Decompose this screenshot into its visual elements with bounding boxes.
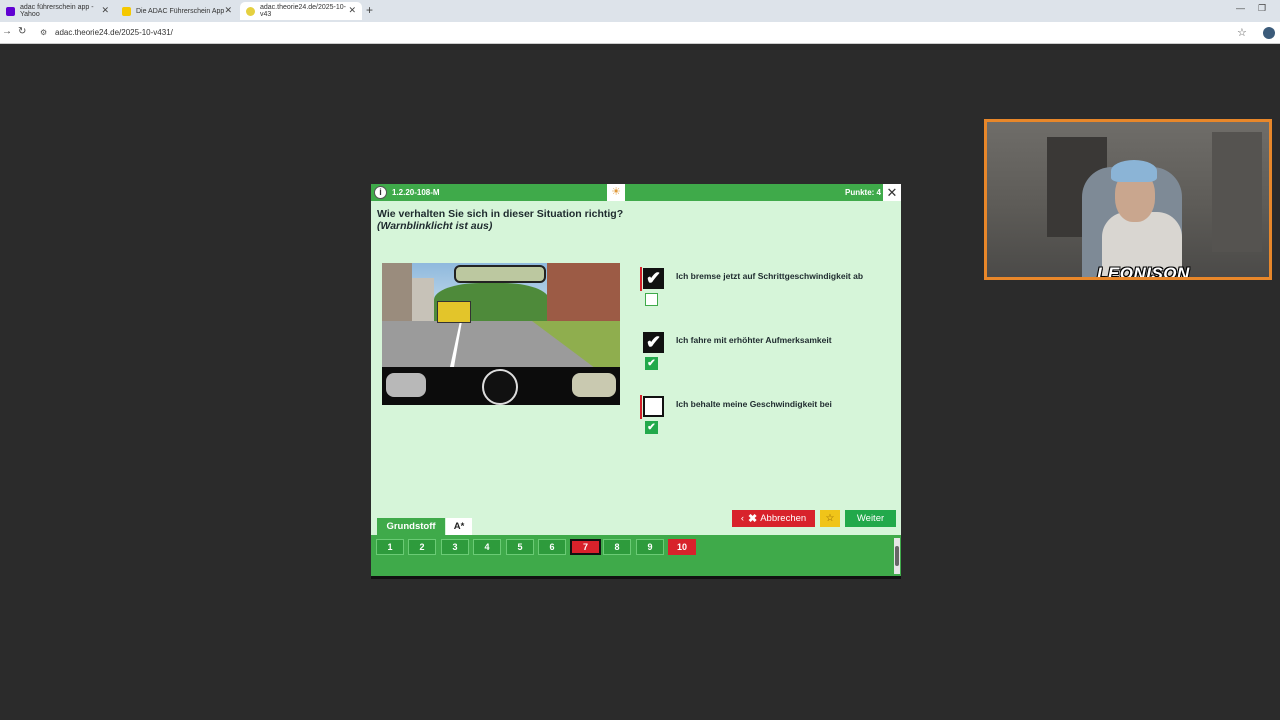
question-nav-button-wrong[interactable]: 10 (668, 539, 696, 555)
browser-tab[interactable]: adac führerschein app - Yahoo ✕ (0, 2, 115, 20)
tab-title: Die ADAC Führerschein App (136, 7, 225, 15)
reload-icon[interactable]: ↻ (18, 26, 26, 37)
next-button[interactable]: Weiter (845, 510, 896, 527)
question-nav-button[interactable]: 6 (538, 539, 566, 555)
scene-speedometer (482, 369, 518, 405)
cancel-button[interactable]: ‹ ✖ Abbrechen (732, 510, 815, 527)
tab-section[interactable]: Grundstoff (377, 518, 445, 535)
question-note: (Warnblinklicht ist aus) (377, 220, 493, 232)
site-info-icon[interactable]: ⚙ (40, 28, 47, 37)
adac-icon (122, 6, 131, 16)
chevron-left-icon: ‹ (740, 513, 744, 524)
quiz-header: i 1.2.20-108-M ☀ Punkte: 4 ✕ (371, 184, 901, 201)
webcam-overlay: LEONISON (984, 119, 1272, 280)
solution-checkbox (645, 293, 658, 306)
scene-bus (437, 301, 471, 323)
answer-checkbox[interactable]: ✔ (643, 332, 664, 353)
answer-option[interactable]: ✔ ✔ Ich fahre mit erhöhter Aufmerksamkei… (640, 331, 890, 379)
question-nav-button[interactable]: 1 (376, 539, 404, 555)
browser-tab-active[interactable]: adac.theorie24.de/2025-10-v43 ✕ (240, 2, 362, 20)
tab-class[interactable]: A* (446, 518, 472, 535)
answer-option[interactable]: ✔ Ich behalte meine Geschwindigkeit bei (640, 395, 890, 443)
question-nav-button[interactable]: 5 (506, 539, 534, 555)
tab-title: adac führerschein app - Yahoo (20, 4, 94, 18)
new-tab-button[interactable]: + (366, 3, 373, 17)
restore-icon[interactable]: ❐ (1258, 3, 1266, 14)
question-nav-button[interactable]: 2 (408, 539, 436, 555)
answer-text: Ich behalte meine Geschwindigkeit bei (676, 399, 832, 409)
question-nav-button[interactable]: 3 (441, 539, 469, 555)
yahoo-icon (6, 6, 15, 16)
question-nav-button[interactable]: 4 (473, 539, 501, 555)
bookmark-star-icon[interactable]: ☆ (1237, 26, 1247, 39)
quiz-window: i 1.2.20-108-M ☀ Punkte: 4 ✕ Wie verhalt… (371, 184, 901, 579)
question-nav-button-current[interactable]: 7 (570, 539, 601, 555)
answer-checkbox[interactable]: ✔ (643, 268, 664, 289)
info-icon[interactable]: i (374, 186, 387, 199)
wrong-marker (640, 395, 642, 419)
browser-tab-bar: adac führerschein app - Yahoo ✕ Die ADAC… (0, 0, 1280, 22)
minimize-icon[interactable]: — (1236, 3, 1245, 13)
webcam-door (1212, 132, 1262, 252)
close-tab-icon[interactable]: ✕ (101, 5, 109, 16)
address-bar: → ↻ ⚙ adac.theorie24.de/2025-10-v431/ ☆ (0, 22, 1280, 44)
points-label: Punkte: 4 (845, 188, 882, 197)
favorite-star-button[interactable]: ☆ (820, 510, 840, 527)
scene-side-mirror-right (572, 373, 616, 397)
profile-avatar[interactable] (1263, 27, 1275, 39)
nav-footer-line (371, 576, 901, 579)
close-x-icon: ✖ (748, 513, 758, 525)
question-id: 1.2.20-108-M (392, 188, 440, 197)
scrollbar-thumb[interactable] (895, 546, 899, 566)
nav-scrollbar[interactable] (894, 538, 900, 574)
scene-rearview-mirror (454, 265, 546, 283)
solution-checkbox: ✔ (645, 357, 658, 370)
answer-text: Ich bremse jetzt auf Schrittgeschwindigk… (676, 271, 864, 281)
webcam-person-cap (1111, 160, 1157, 182)
situation-image (382, 263, 620, 405)
cancel-label: Abbrechen (760, 513, 807, 524)
question-nav-button[interactable]: 9 (636, 539, 664, 555)
scene-side-mirror-left (386, 373, 426, 397)
close-button[interactable]: ✕ (883, 184, 901, 201)
close-tab-icon[interactable]: ✕ (348, 5, 356, 16)
url-field[interactable]: adac.theorie24.de/2025-10-v431/ (55, 28, 173, 37)
forward-icon[interactable]: → (2, 26, 12, 37)
tab-title: adac.theorie24.de/2025-10-v43 (260, 4, 347, 18)
question-nav-button[interactable]: 8 (603, 539, 631, 555)
answer-checkbox[interactable] (643, 396, 664, 417)
wrong-marker (640, 267, 642, 291)
solution-checkbox: ✔ (645, 421, 658, 434)
close-tab-icon[interactable]: ✕ (224, 5, 232, 16)
question-text: Wie verhalten Sie sich in dieser Situati… (377, 208, 624, 220)
hint-bulb-icon[interactable]: ☀ (607, 184, 625, 201)
answer-option[interactable]: ✔ Ich bremse jetzt auf Schrittgeschwindi… (640, 267, 890, 315)
streamer-logo: LEONISON (1097, 264, 1190, 280)
browser-tab[interactable]: Die ADAC Führerschein App ✕ (116, 2, 238, 20)
answer-text: Ich fahre mit erhöhter Aufmerksamkeit (676, 335, 832, 345)
site-icon (246, 6, 255, 16)
